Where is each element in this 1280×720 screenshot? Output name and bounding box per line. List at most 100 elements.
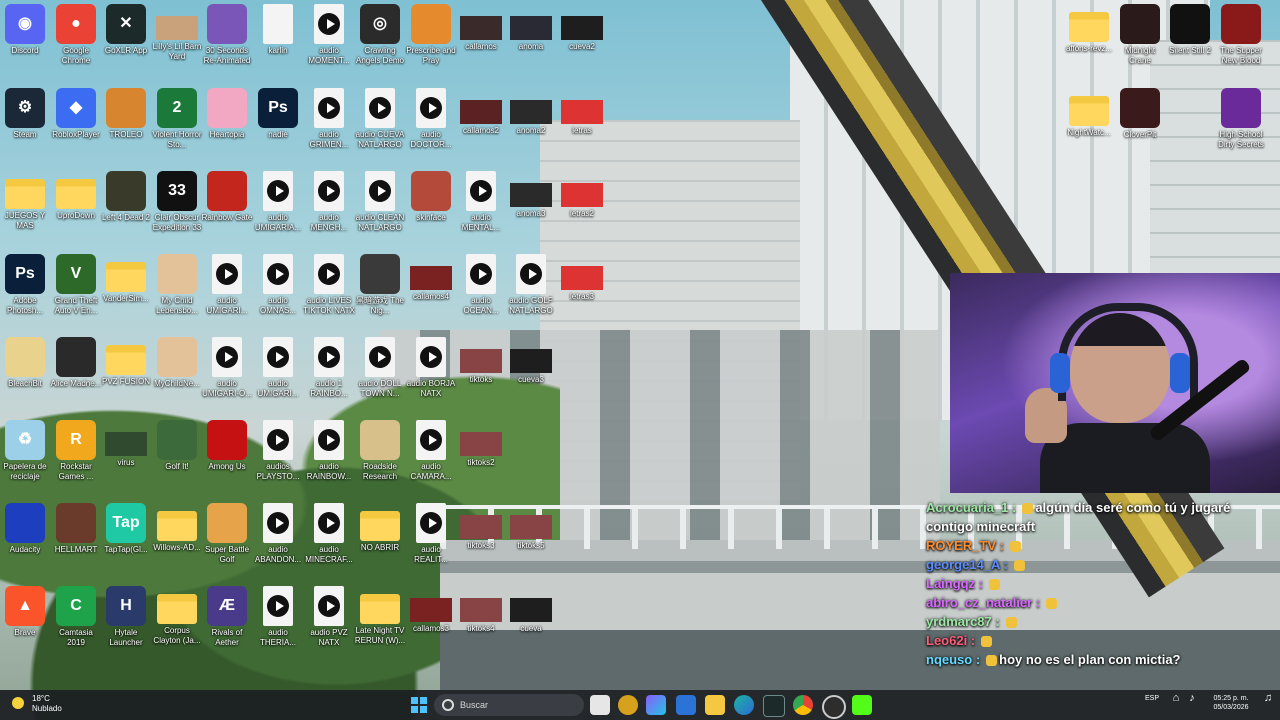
desktop-icon-pvz-fusion[interactable]: PVZ FUSION xyxy=(100,337,152,387)
desktop-icon-audio-mental[interactable]: audio MENTAL... xyxy=(455,171,507,233)
chat-username[interactable]: abiro_cz_natalier : xyxy=(926,595,1040,610)
desktop-icon-affons-revz[interactable]: affons-revz... xyxy=(1063,4,1115,54)
language-indicator[interactable]: ESP xyxy=(1142,694,1162,703)
desktop-icon-discord[interactable]: ◉ Discord xyxy=(0,4,51,56)
desktop-icon-grand-theft-auto-v-en[interactable]: V Grand Theft Auto V En... xyxy=(50,254,102,316)
desktop-icon-steam[interactable]: ⚙ Steam xyxy=(0,88,51,140)
desktop-icon-audio-borja-natx[interactable]: audio BORJA NATX xyxy=(405,337,457,399)
search-box[interactable]: Buscar xyxy=(434,694,584,716)
desktop-icon-cloverpit[interactable]: CloverPit xyxy=(1114,88,1166,140)
desktop-icon-audio-golf-natlargo[interactable]: audio GOLF NATLARGO xyxy=(505,254,557,316)
app-taskbar-icon[interactable] xyxy=(618,695,638,715)
desktop-icon-willows-ad[interactable]: Willows-AD... xyxy=(151,503,203,553)
desktop-icon-papelera-de-reciclaje[interactable]: ♻ Papelera de reciclaje xyxy=(0,420,51,482)
desktop-icon-nightwatc[interactable]: NightWatc... xyxy=(1063,88,1115,138)
desktop-icon-audio-lives-tiktok-natx[interactable]: audio LIVES TIKTOK NATX xyxy=(303,254,355,316)
notification-bell-icon[interactable]: ♫ xyxy=(1262,693,1274,704)
desktop-icon-audio-umigaria[interactable]: audio UMIGARIA... xyxy=(252,171,304,233)
desktop-icon-cueva3[interactable]: cueva3 xyxy=(505,337,557,385)
desktop-icon-prescribe-and-pray[interactable]: Prescribe and Pray xyxy=(405,4,457,66)
clock[interactable]: 05:25 p. m. 05/03/2026 xyxy=(1205,694,1257,712)
chat-username[interactable]: ROYER_TV : xyxy=(926,538,1004,553)
desktop-icon-callamos3[interactable]: callamos3 xyxy=(405,586,457,634)
desktop-icon-audio-umigari[interactable]: audio UMIGARI... xyxy=(201,254,253,316)
desktop-icon-goxlr-app[interactable]: ✕ GoXLR App xyxy=(100,4,152,56)
desktop-icon-adobe-photosh[interactable]: Ps Adobe Photosh... xyxy=(0,254,51,316)
desktop-icon-letras2[interactable]: letras2 xyxy=(556,171,608,219)
desktop-icon-heartopia[interactable]: Heartopia xyxy=(201,88,253,140)
volume-icon[interactable]: ♪ xyxy=(1186,693,1198,704)
desktop-icon-audio-moment[interactable]: audio MOMENT... xyxy=(303,4,355,66)
desktop-icon-callamos4[interactable]: callamos4 xyxy=(405,254,457,302)
desktop-icon-late-night-tv-rerun-w[interactable]: Late Night TV RERUN (W)... xyxy=(354,586,406,646)
desktop-icon-crawling-angels-demo[interactable]: ◎ Crawling Angels Demo xyxy=(354,4,406,66)
desktop-icon-skinface[interactable]: skinface xyxy=(405,171,457,223)
copilot-icon[interactable] xyxy=(646,695,666,715)
desktop-icon-tiktoks3[interactable]: tiktoks3 xyxy=(455,503,507,551)
desktop-icon-the-nig[interactable]: 黑暗游戏 The Nig... xyxy=(354,254,406,316)
chat-username[interactable]: nqeuso : xyxy=(926,652,980,667)
desktop-icon-alice-madne[interactable]: Alice Madne... xyxy=(50,337,102,389)
desktop-icon-audio-pvz-natx[interactable]: audio PVZ NATX xyxy=(303,586,355,648)
chat-username[interactable]: george14_A : xyxy=(926,557,1008,572)
desktop-icon-audio-ocean[interactable]: audio OCEAN... xyxy=(455,254,507,316)
desktop-icon-hytale-launcher[interactable]: H Hytale Launcher xyxy=(100,586,152,648)
obs-icon[interactable] xyxy=(822,695,846,719)
desktop-icon-violent-horror-sto[interactable]: 2 Violent Horror Sto... xyxy=(151,88,203,150)
desktop-icon-cueva[interactable]: cueva xyxy=(505,586,557,634)
kick-icon[interactable] xyxy=(852,695,872,715)
desktop-icon-camtasia-2019[interactable]: C Camtasia 2019 xyxy=(50,586,102,648)
desktop-icon-tiktoks5[interactable]: tiktoks5 xyxy=(505,503,557,551)
desktop-icon-robloxplayer[interactable]: ◆ RobloxPlayer xyxy=(50,88,102,140)
desktop-icon-audio-1-rainbo[interactable]: audio 1 RAINBO... xyxy=(303,337,355,399)
desktop-icon-vandersim[interactable]: VanderSim... xyxy=(100,254,152,304)
desktop-icon-tiktoks4[interactable]: tiktoks4 xyxy=(455,586,507,634)
desktop-icon-callamos2[interactable]: callamos2 xyxy=(455,88,507,136)
desktop-icon-letras[interactable]: letras xyxy=(556,88,608,136)
goxlr-icon[interactable] xyxy=(763,695,785,717)
desktop-icon-audio-rainbow[interactable]: audio RAINBOW... xyxy=(303,420,355,482)
start-button[interactable] xyxy=(409,695,429,715)
desktop-icon-audio-umigari[interactable]: audio UMIGARI... xyxy=(252,337,304,399)
desktop-icon-audio-mengh[interactable]: audio MENGH... xyxy=(303,171,355,233)
desktop-icon-mychildne[interactable]: MyChildNe... xyxy=(151,337,203,389)
desktop-icon-virus[interactable]: virus xyxy=(100,420,152,468)
desktop-icon-rivals-of-aether[interactable]: Æ Rivals of Aether xyxy=(201,586,253,648)
desktop-icon-bleachbit[interactable]: BleachBit xyxy=(0,337,51,389)
desktop-icon-google-chrome[interactable]: ● Google Chrome xyxy=(50,4,102,66)
edge-icon[interactable] xyxy=(734,695,754,715)
desktop-icon-cueva2[interactable]: cueva2 xyxy=(556,4,608,52)
desktop-icon-anoma3[interactable]: anoma3 xyxy=(505,171,557,219)
chrome-icon[interactable] xyxy=(793,695,813,715)
desktop-icon-audio-omnas[interactable]: audio OMNAS... xyxy=(252,254,304,316)
desktop-icon-audio-theria[interactable]: audio THERIA... xyxy=(252,586,304,648)
chat-username[interactable]: Laingqz : xyxy=(926,576,983,591)
desktop-icon-anoma[interactable]: anoma xyxy=(505,4,557,52)
desktop-icon-audio-doll-town-n[interactable]: audio DOLL TOWN N... xyxy=(354,337,406,399)
desktop-icon-audio-cueva-natlargo[interactable]: audio CUEVA NATLARGO xyxy=(354,88,406,150)
desktop-icon-audio-doctor[interactable]: audio DOCTOR... xyxy=(405,88,457,150)
desktop-icon-nadie[interactable]: Ps nadie xyxy=(252,88,304,140)
desktop-icon-midnight-crane[interactable]: Midnight Crane xyxy=(1114,4,1166,66)
desktop-icon-audacity[interactable]: Audacity xyxy=(0,503,51,555)
file-explorer-icon[interactable] xyxy=(705,695,725,715)
desktop-icon-corpus-clayton-ja[interactable]: Corpus Clayton (Ja... xyxy=(151,586,203,646)
desktop-icon-lilly-s-lil-barn-yard[interactable]: Lilly's Lil Barn Yard xyxy=(151,4,203,62)
desktop-icon-taptap-gl[interactable]: Tap TapTap(Gl... xyxy=(100,503,152,555)
desktop-icon-uprodown[interactable]: UproDown xyxy=(50,171,102,221)
desktop-icon-the-supper-new-blood[interactable]: The Supper New Blood xyxy=(1215,4,1267,66)
desktop-icon-no-abrir[interactable]: NO ABRIR xyxy=(354,503,406,553)
desktop-icon-juegos-y-mas[interactable]: JUEGOS Y MAS xyxy=(0,171,51,231)
desktop-icon-audio-grimen[interactable]: audio GRIMEN... xyxy=(303,88,355,150)
desktop-icon-audio-umigari-o[interactable]: audio UMIGARI-O... xyxy=(201,337,253,399)
desktop-icon-tiktoks[interactable]: tiktoks xyxy=(455,337,507,385)
desktop-icon-letras3[interactable]: letras3 xyxy=(556,254,608,302)
desktop-icon-left-4-dead-2[interactable]: Left 4 Dead 2 xyxy=(100,171,152,223)
chat-username[interactable]: yrdmarc87 : xyxy=(926,614,1000,629)
desktop-icon-my-child-lebensbo[interactable]: My Child Lebensbo... xyxy=(151,254,203,316)
desktop-icon-golf-it[interactable]: Golf It! xyxy=(151,420,203,472)
desktop-icon-troleo[interactable]: TROLEO xyxy=(100,88,152,140)
desktop-icon-rockstar-games[interactable]: R Rockstar Games ... xyxy=(50,420,102,482)
desktop-icon-audio-abandon[interactable]: audio ABANDON... xyxy=(252,503,304,565)
desktop-icon-rainbow-gate[interactable]: Rainbow Gate xyxy=(201,171,253,223)
